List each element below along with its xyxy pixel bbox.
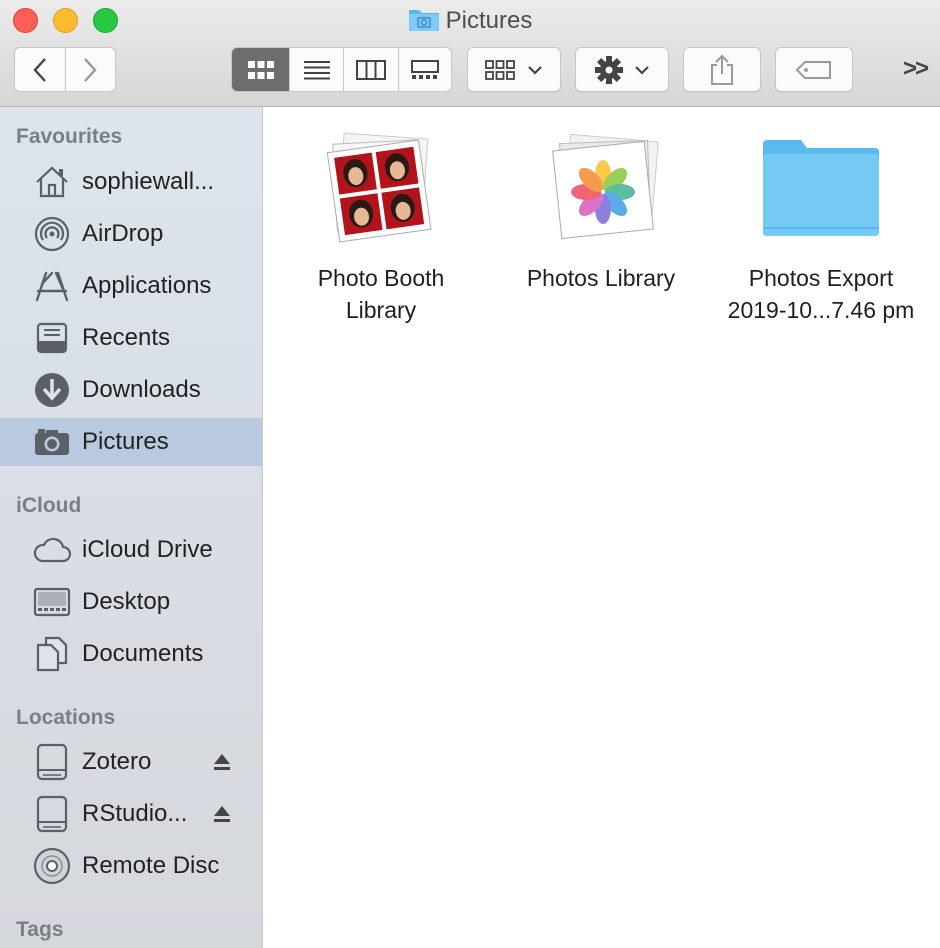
- sidebar-item-label: Remote Disc: [82, 852, 220, 879]
- group-by-button[interactable]: [467, 47, 561, 92]
- disc-icon: [32, 847, 72, 885]
- chevron-right-icon: [84, 57, 97, 82]
- list-view-icon: [303, 60, 330, 79]
- home-icon: [32, 165, 72, 199]
- sidebar-item-label: Recents: [82, 324, 171, 351]
- tag-icon: [795, 60, 831, 79]
- forward-button[interactable]: [66, 48, 116, 91]
- sidebar-item-label: Downloads: [82, 376, 201, 403]
- photos-library-icon: [541, 132, 661, 252]
- downloads-icon: [32, 373, 72, 407]
- file-name-line: Photos Library: [526, 265, 676, 291]
- airdrop-icon: [32, 216, 72, 252]
- title-bar: Pictures >>: [0, 0, 940, 107]
- file-name-line: Library: [345, 297, 417, 323]
- gallery-view-icon: [410, 59, 439, 79]
- photo-booth-library-icon: [321, 132, 441, 252]
- sidebar-item-remote-disc[interactable]: Remote Disc: [0, 842, 262, 890]
- sidebar-item-airdrop[interactable]: AirDrop: [0, 210, 262, 258]
- column-view-button[interactable]: [344, 48, 399, 91]
- camera-icon: [32, 425, 72, 459]
- file-item-photos-library[interactable]: Photos Library: [491, 132, 711, 294]
- sidebar-item-label: Zotero: [82, 748, 152, 775]
- applications-icon: [32, 269, 72, 303]
- eject-icon[interactable]: [212, 752, 232, 777]
- recents-icon: [32, 321, 72, 355]
- view-mode-segmented-control: [231, 47, 452, 92]
- documents-icon: [32, 636, 72, 672]
- sidebar-item-applications[interactable]: Applications: [0, 262, 262, 310]
- file-browser-content: Photo Booth Library Photos Library Photo…: [263, 107, 940, 948]
- share-icon: [711, 54, 733, 85]
- section-header-icloud: iCloud: [16, 494, 82, 517]
- chevron-down-icon: [528, 65, 542, 75]
- sidebar-item-documents[interactable]: Documents: [0, 630, 262, 678]
- group-by-icon: [485, 59, 515, 80]
- file-name-line: Photo Booth: [317, 265, 445, 291]
- file-item-photo-booth-library[interactable]: Photo Booth Library: [271, 132, 491, 326]
- eject-icon[interactable]: [212, 804, 232, 829]
- chevron-left-icon: [33, 57, 46, 82]
- sidebar-item-home[interactable]: sophiewall...: [0, 158, 262, 206]
- window-title: Pictures: [0, 6, 940, 39]
- sidebar-item-icloud-drive[interactable]: iCloud Drive: [0, 526, 262, 574]
- navigation-buttons: [14, 47, 116, 92]
- pictures-folder-icon: [408, 6, 440, 39]
- sidebar-item-label: iCloud Drive: [82, 536, 213, 563]
- cloud-icon: [32, 533, 72, 567]
- section-header-locations: Locations: [16, 706, 116, 729]
- sidebar-item-label: Documents: [82, 640, 204, 667]
- sidebar-item-recents[interactable]: Recents: [0, 314, 262, 362]
- sidebar-item-label: Desktop: [82, 588, 171, 615]
- drive-icon: [32, 795, 72, 833]
- chevron-down-icon: [635, 65, 649, 75]
- file-name-line: Photos Export: [748, 265, 894, 291]
- drive-icon: [32, 743, 72, 781]
- action-menu-button[interactable]: [575, 47, 669, 92]
- icon-view-icon: [247, 60, 274, 79]
- folder-icon: [761, 132, 881, 252]
- sidebar-item-zotero[interactable]: Zotero: [0, 738, 262, 786]
- gear-icon: [595, 55, 623, 84]
- file-name: Photos Export 2019-10...7.46 pm: [711, 262, 931, 326]
- sidebar: Favourites sophiewall... AirDrop Applica…: [0, 107, 263, 948]
- sidebar-item-label: AirDrop: [82, 220, 164, 247]
- sidebar-item-desktop[interactable]: Desktop: [0, 578, 262, 626]
- share-button[interactable]: [683, 47, 761, 92]
- toolbar-overflow-button[interactable]: >>: [903, 55, 929, 83]
- gallery-view-button[interactable]: [399, 48, 451, 91]
- section-header-favourites: Favourites: [16, 125, 123, 148]
- section-header-tags: Tags: [16, 918, 64, 941]
- file-name: Photo Booth Library: [271, 262, 491, 326]
- sidebar-item-label: RStudio...: [82, 800, 188, 827]
- sidebar-item-downloads[interactable]: Downloads: [0, 366, 262, 414]
- icon-view-button[interactable]: [232, 48, 291, 91]
- tag-button[interactable]: [775, 47, 853, 92]
- sidebar-item-label: sophiewall...: [82, 168, 215, 195]
- desktop-icon: [32, 585, 72, 619]
- file-name-line: 2019-10...7.46 pm: [727, 297, 915, 323]
- sidebar-item-rstudio[interactable]: RStudio...: [0, 790, 262, 838]
- file-name: Photos Library: [491, 262, 711, 294]
- sidebar-item-pictures[interactable]: Pictures: [0, 418, 262, 466]
- sidebar-item-label: Applications: [82, 272, 212, 299]
- sidebar-item-label: Pictures: [82, 428, 169, 455]
- back-button[interactable]: [15, 48, 66, 91]
- file-item-photos-export[interactable]: Photos Export 2019-10...7.46 pm: [711, 132, 931, 326]
- list-view-button[interactable]: [290, 48, 345, 91]
- window-title-text: Pictures: [445, 7, 533, 34]
- column-view-icon: [356, 59, 387, 80]
